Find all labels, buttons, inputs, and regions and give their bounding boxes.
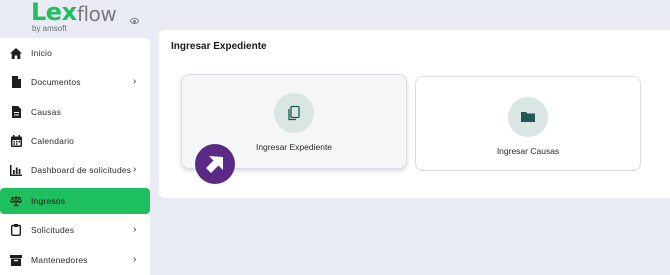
chevron-right-icon: ›	[133, 224, 137, 235]
clipboard-icon	[10, 224, 22, 236]
copy-documents-icon	[288, 105, 300, 121]
chevron-right-icon: ›	[133, 254, 137, 265]
sidebar-item-ingresos[interactable]: Ingresos	[0, 188, 150, 214]
card-label: Ingresar Causas	[496, 146, 560, 156]
sidebar-item-label: Dashboard de solicitudes	[31, 165, 132, 175]
sidebar-item-inicio[interactable]: Inicio	[0, 40, 150, 66]
sidebar-item-label: Documentos	[31, 77, 81, 87]
sidebar-item-solicitudes[interactable]: Solicitudes ›	[0, 217, 150, 243]
sidebar-item-dashboard-solicitudes[interactable]: Dashboard de solicitudes ›	[0, 157, 150, 183]
brand-name-primary: Lex	[31, 0, 77, 26]
sidebar-item-label: Inicio	[31, 48, 53, 58]
file-text-icon	[10, 106, 22, 118]
bar-chart-icon	[10, 164, 22, 176]
theme-toggle-icon[interactable]	[130, 18, 139, 24]
sidebar-item-calendario[interactable]: Calendario	[0, 128, 150, 154]
sidebar-item-mantenedores[interactable]: Mantenedores ›	[0, 247, 150, 273]
brand-byline: by amsoft	[32, 24, 67, 33]
main-panel: Ingresar Expediente Ingresar Expediente …	[159, 30, 670, 198]
arrow-up-left-icon	[206, 156, 223, 173]
sidebar: Inicio Documentos › Causas Calendario Da…	[0, 38, 150, 275]
chevron-right-icon: ›	[133, 164, 137, 175]
calendar-icon	[10, 135, 22, 147]
ingresar-causas-card[interactable]: Ingresar Causas	[415, 76, 641, 171]
archive-box-icon	[10, 254, 22, 266]
scales-icon	[10, 195, 22, 207]
folder-icon	[521, 112, 535, 122]
page-title: Ingresar Expediente	[171, 41, 267, 52]
sidebar-item-causas[interactable]: Causas	[0, 99, 150, 125]
sidebar-item-label: Solicitudes	[31, 225, 75, 235]
sidebar-item-label: Causas	[31, 107, 62, 117]
sidebar-item-label: Ingresos	[31, 196, 66, 206]
brand-name-secondary: flow	[77, 2, 117, 26]
arrow-badge	[195, 144, 235, 184]
icon-circle	[508, 97, 548, 137]
chevron-right-icon: ›	[133, 76, 137, 87]
icon-circle	[274, 93, 314, 133]
sidebar-item-label: Calendario	[31, 136, 75, 146]
document-icon	[10, 76, 22, 88]
sidebar-item-label: Mantenedores	[31, 255, 88, 265]
home-icon	[10, 47, 22, 59]
sidebar-item-documentos[interactable]: Documentos ›	[0, 69, 150, 95]
brand-logo: Lex flow by amsoft	[31, 0, 141, 36]
